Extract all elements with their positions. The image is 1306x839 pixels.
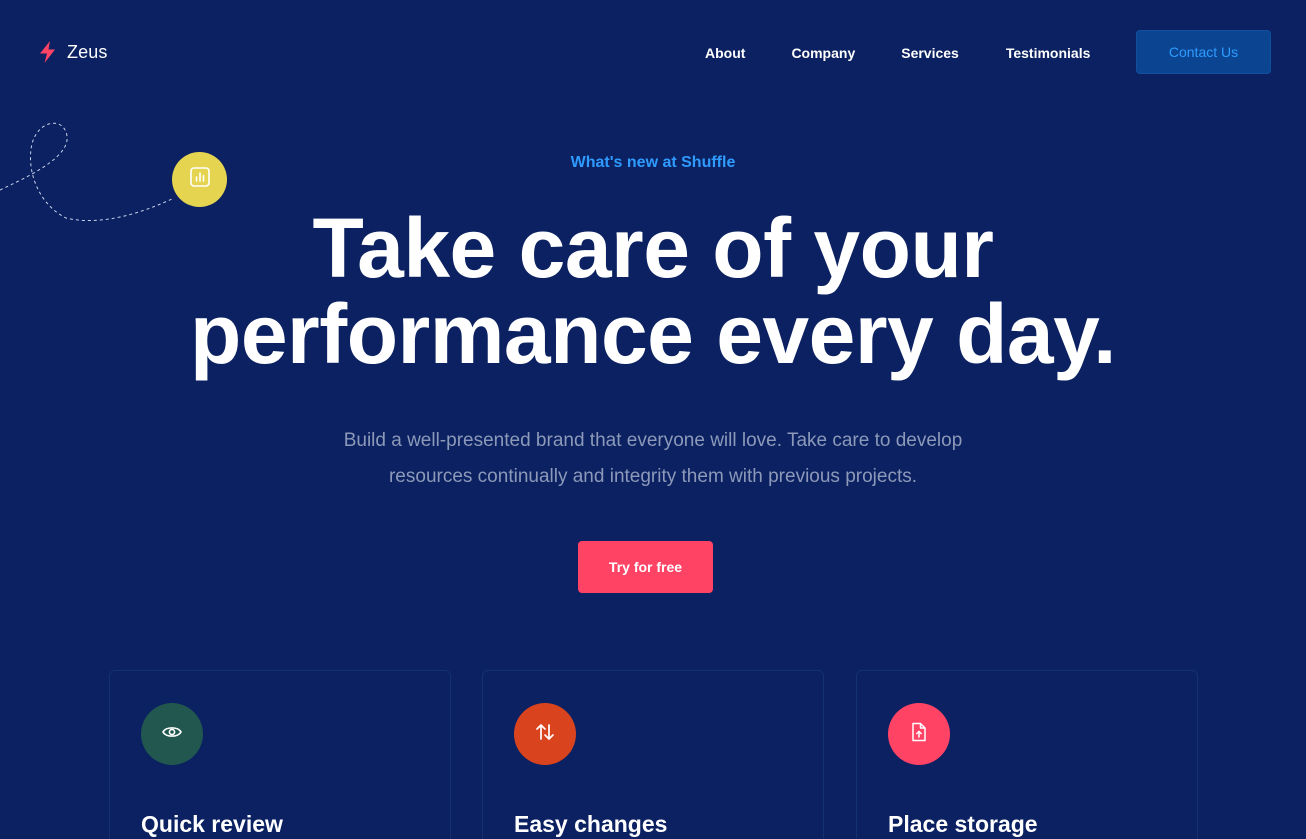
feature-icon-circle <box>514 703 576 765</box>
feature-title: Place storage <box>888 811 1038 837</box>
nav-link-about[interactable]: About <box>705 44 745 62</box>
logo-text: Zeus <box>67 41 108 62</box>
main-nav: About Company Services Testimonials <box>705 44 1090 62</box>
file-upload-icon <box>908 721 930 748</box>
try-for-free-button[interactable]: Try for free <box>578 541 713 593</box>
hero-eyebrow: What's new at Shuffle <box>570 154 736 171</box>
feature-card-quick-review: Quick review <box>109 670 451 839</box>
feature-icon-circle <box>888 703 950 765</box>
hero-description-line-2: resources continually and integrity them… <box>388 466 918 487</box>
lightning-bolt-icon <box>38 41 58 63</box>
contact-us-button[interactable]: Contact Us <box>1136 30 1271 74</box>
feature-card-easy-changes: Easy changes <box>482 670 824 839</box>
arrows-up-down-icon <box>533 720 557 749</box>
nav-link-testimonials[interactable]: Testimonials <box>1006 44 1091 62</box>
hero-description-line-1: Build a well-presented brand that everyo… <box>343 430 963 451</box>
nav-link-services[interactable]: Services <box>901 44 959 62</box>
site-header: Zeus About Company Services Testimonials… <box>0 0 1306 105</box>
hero-description: Build a well-presented brand that everyo… <box>303 423 1003 495</box>
hero-title-line-1: Take care of your <box>312 201 994 295</box>
feature-icon-circle <box>141 703 203 765</box>
hero-title: Take care of your performance every day. <box>0 205 1306 377</box>
feature-card-place-storage: Place storage <box>856 670 1198 839</box>
eye-icon <box>161 721 183 748</box>
hero-title-line-2: performance every day. <box>190 287 1116 381</box>
feature-title: Easy changes <box>514 811 668 837</box>
nav-link-company[interactable]: Company <box>791 44 855 62</box>
logo-link[interactable]: Zeus <box>38 41 107 63</box>
feature-title: Quick review <box>141 811 283 837</box>
